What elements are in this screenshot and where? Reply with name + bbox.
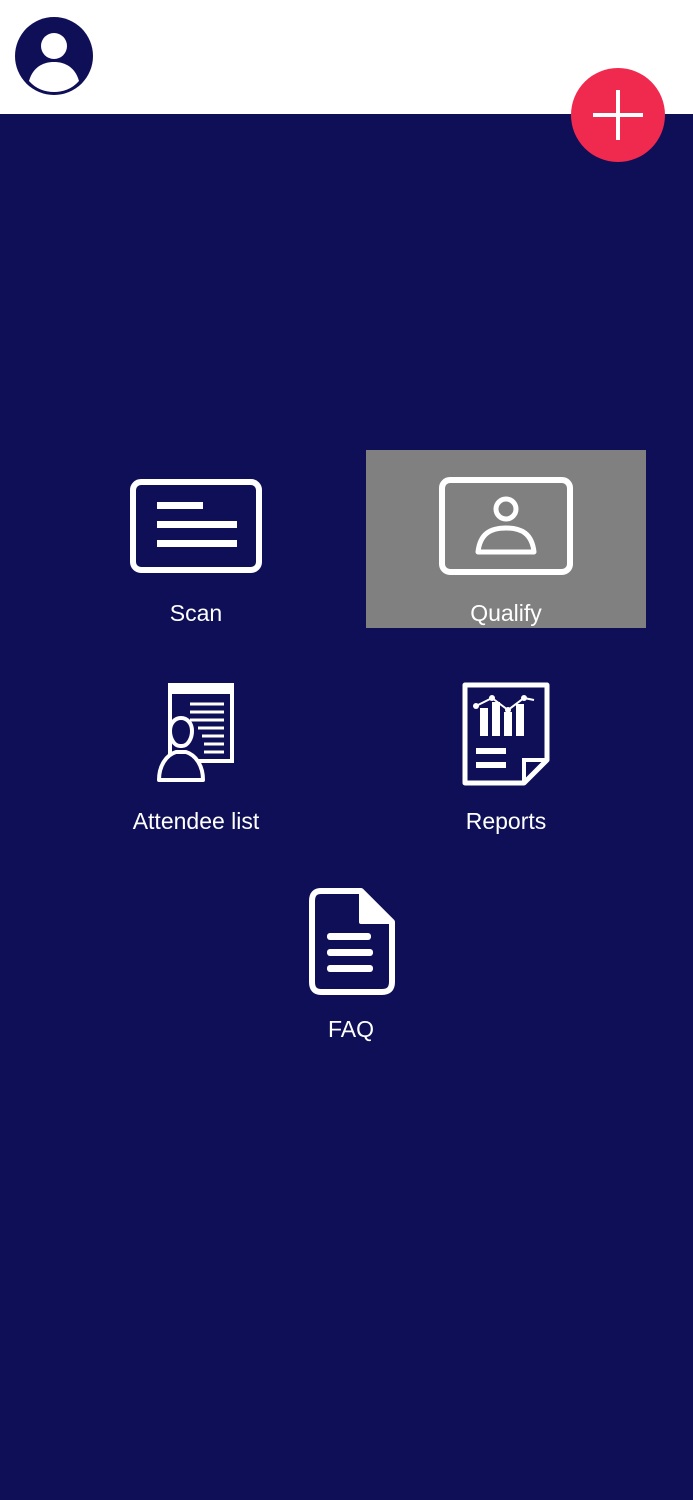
- plus-icon: [593, 90, 643, 140]
- reports-label: Reports: [465, 808, 547, 834]
- qualify-button[interactable]: Qualify: [366, 450, 646, 628]
- scan-button[interactable]: Scan: [56, 450, 336, 628]
- contact-card-icon: [439, 477, 573, 575]
- attendee-list-button[interactable]: Attendee list: [56, 660, 336, 840]
- report-chart-icon: [462, 682, 550, 786]
- attendee-list-icon: [157, 683, 234, 782]
- document-icon: [309, 888, 395, 995]
- reports-button[interactable]: Reports: [366, 660, 646, 840]
- scan-label: Scan: [169, 600, 223, 626]
- add-button[interactable]: [571, 68, 665, 162]
- qualify-label: Qualify: [470, 600, 542, 626]
- card-icon: [130, 479, 262, 573]
- attendee-list-label: Attendee list: [132, 808, 260, 834]
- faq-label: FAQ: [327, 1016, 374, 1042]
- faq-button[interactable]: FAQ: [211, 868, 491, 1048]
- user-avatar-icon[interactable]: [15, 17, 93, 95]
